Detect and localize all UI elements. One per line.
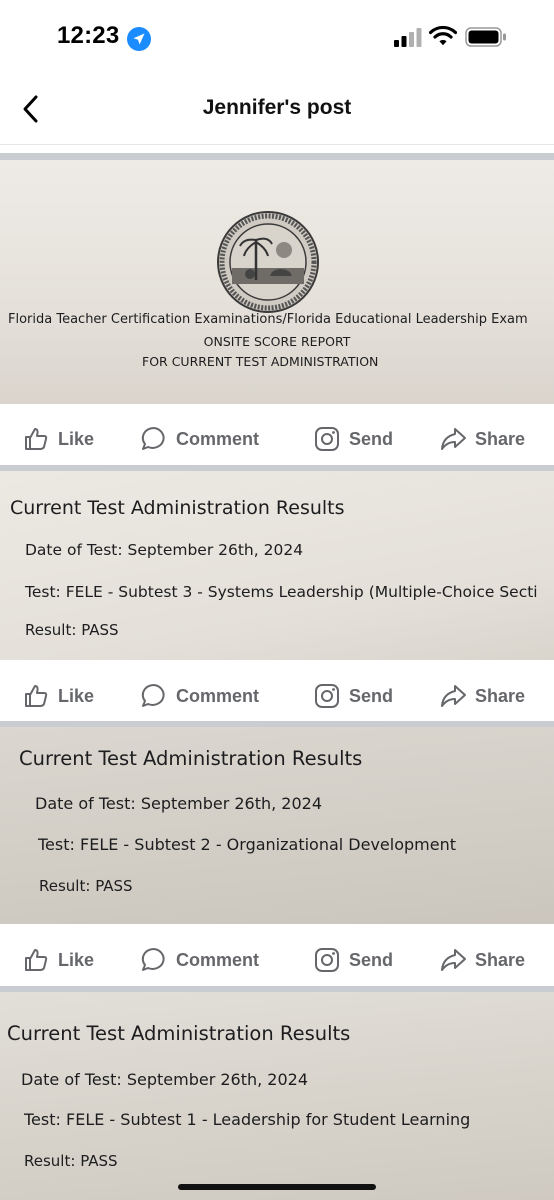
comment-button[interactable]: Comment	[140, 406, 259, 472]
signal-icon	[394, 28, 422, 47]
test-label: Test:	[38, 835, 75, 854]
test-row: Test: FELE - Subtest 2 - Organizational …	[38, 835, 456, 854]
share-button[interactable]: Share	[439, 406, 525, 472]
share-arrow-icon	[441, 949, 466, 971]
test-value: FELE - Subtest 1 - Leadership for Studen…	[66, 1110, 471, 1129]
result-row: Result: PASS	[25, 621, 119, 639]
date-row: Date of Test: September 26th, 2024	[25, 541, 303, 559]
like-button[interactable]: Like	[22, 406, 94, 472]
thumbs-up-icon	[25, 685, 48, 707]
home-indicator	[178, 1184, 376, 1190]
like-button[interactable]: Like	[22, 927, 94, 993]
test-label: Test:	[24, 1110, 61, 1129]
share-label: Share	[475, 428, 526, 449]
separator	[0, 153, 554, 160]
like-label: Like	[58, 428, 95, 449]
report-header-line3: FOR CURRENT TEST ADMINISTRATION	[142, 354, 379, 369]
thumbs-up-icon	[25, 428, 48, 450]
share-button[interactable]: Share	[439, 663, 525, 729]
report-header-line2: ONSITE SCORE REPORT	[203, 334, 351, 349]
result-value: PASS	[80, 1152, 118, 1170]
date-label: Date of Test:	[35, 794, 136, 813]
comment-label: Comment	[176, 685, 260, 706]
test-value: FELE - Subtest 3 - Systems Leadership (M…	[65, 583, 538, 601]
post-photo-subtest-2[interactable]: Current Test Administration Results Date…	[0, 727, 554, 924]
test-row: Test: FELE - Subtest 1 - Leadership for …	[24, 1110, 470, 1129]
result-label: Result:	[39, 877, 91, 895]
result-label: Result:	[25, 621, 77, 639]
post-photo-score-report-header[interactable]: Florida Teacher Certification Examinatio…	[0, 160, 554, 404]
results-heading: Current Test Administration Results	[7, 1022, 351, 1045]
date-row: Date of Test: September 26th, 2024	[35, 794, 322, 813]
comment-label: Comment	[176, 949, 260, 970]
send-button[interactable]: Send	[313, 927, 393, 993]
nav-bar: Jennifer's post	[0, 72, 554, 145]
status-bar: 12:23	[0, 0, 554, 72]
thumbs-up-icon	[25, 949, 48, 971]
location-arrow-icon	[127, 27, 151, 51]
date-value: September 26th, 2024	[127, 541, 304, 559]
results-heading: Current Test Administration Results	[19, 747, 363, 770]
result-row: Result: PASS	[24, 1152, 118, 1170]
results-heading: Current Test Administration Results	[10, 497, 345, 519]
instagram-send-icon	[315, 684, 339, 708]
instagram-send-icon	[315, 427, 339, 451]
share-button[interactable]: Share	[439, 927, 525, 993]
date-label: Date of Test:	[25, 541, 123, 559]
test-value: FELE - Subtest 2 - Organizational Develo…	[80, 835, 457, 854]
instagram-send-icon	[315, 948, 339, 972]
comment-bubble-icon	[141, 683, 165, 707]
like-label: Like	[58, 949, 95, 970]
result-label: Result:	[24, 1152, 76, 1170]
comment-bubble-icon	[141, 426, 165, 450]
share-arrow-icon	[441, 685, 466, 707]
result-value: PASS	[81, 621, 119, 639]
send-label: Send	[349, 949, 394, 970]
comment-button[interactable]: Comment	[140, 663, 259, 729]
result-row: Result: PASS	[39, 877, 133, 895]
date-label: Date of Test:	[21, 1070, 122, 1089]
share-arrow-icon	[441, 428, 466, 450]
comment-bubble-icon	[141, 947, 165, 971]
test-row: Test: FELE - Subtest 3 - Systems Leaders…	[25, 583, 538, 601]
action-bar: Like Comment Send Share	[0, 663, 554, 729]
date-value: September 26th, 2024	[140, 794, 323, 813]
send-button[interactable]: Send	[313, 663, 393, 729]
share-label: Share	[475, 949, 526, 970]
like-label: Like	[58, 685, 95, 706]
comment-label: Comment	[176, 428, 260, 449]
battery-icon	[465, 27, 506, 47]
share-label: Share	[475, 685, 526, 706]
like-button[interactable]: Like	[22, 663, 94, 729]
date-value: September 26th, 2024	[126, 1070, 309, 1089]
send-label: Send	[349, 428, 394, 449]
date-row: Date of Test: September 26th, 2024	[21, 1070, 308, 1089]
test-label: Test:	[25, 583, 61, 601]
post-photo-subtest-1[interactable]: Current Test Administration Results Date…	[0, 992, 554, 1200]
state-seal-icon	[217, 211, 319, 313]
wifi-icon	[429, 25, 457, 46]
page-title: Jennifer's post	[202, 96, 352, 119]
action-bar: Like Comment Send Share	[0, 927, 554, 993]
send-button[interactable]: Send	[313, 406, 393, 472]
status-time: 12:23	[57, 22, 120, 49]
comment-button[interactable]: Comment	[140, 927, 259, 993]
report-header-line1: Florida Teacher Certification Examinatio…	[8, 312, 528, 327]
result-value: PASS	[95, 877, 133, 895]
post-photo-subtest-3[interactable]: Current Test Administration Results Date…	[0, 471, 554, 660]
action-bar: Like Comment Send Share	[0, 406, 554, 472]
send-label: Send	[349, 685, 394, 706]
